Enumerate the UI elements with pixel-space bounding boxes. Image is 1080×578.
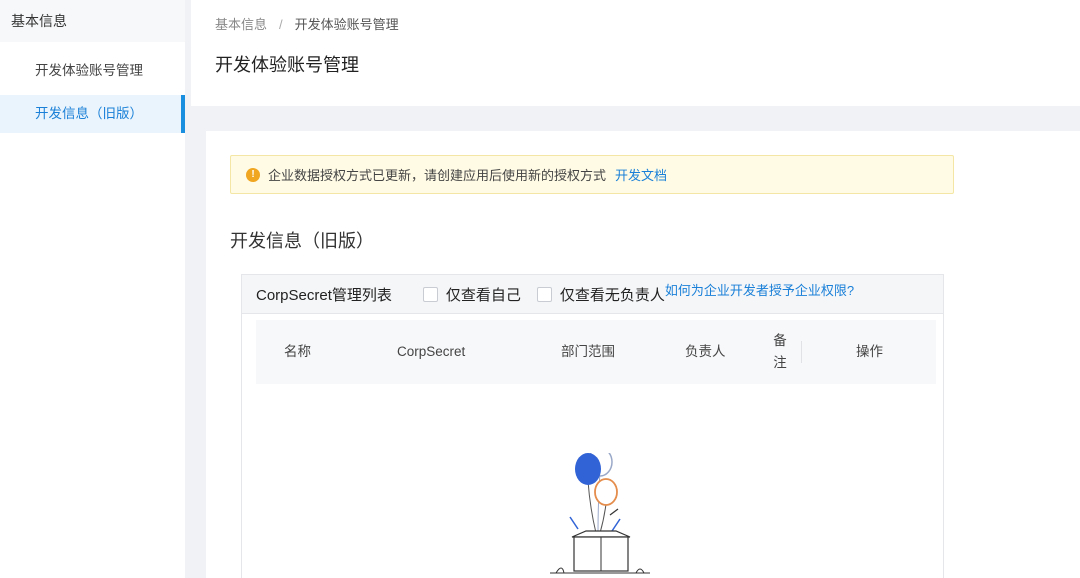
filter-only-mine[interactable]: 仅查看自己 (422, 284, 521, 305)
column-header-actions: 操作 (856, 344, 883, 359)
column-header-name: 名称 (284, 344, 311, 359)
empty-box-balloons-icon (550, 453, 650, 574)
page-header: 基本信息 / 开发体验账号管理 开发体验账号管理 (191, 0, 1080, 106)
page-title: 开发体验账号管理 (215, 55, 359, 75)
checkbox-only-mine[interactable] (422, 286, 438, 302)
filter-no-owner-label: 仅查看无负责人 (559, 286, 665, 304)
breadcrumb-item-basic-info[interactable]: 基本信息 (215, 17, 267, 32)
sidebar-item-dev-info-legacy[interactable]: 开发信息（旧版） (0, 95, 185, 133)
filter-only-mine-label: 仅查看自己 (445, 286, 521, 304)
notice-text: 企业数据授权方式已更新，请创建应用后使用新的授权方式 (268, 168, 607, 183)
sidebar-item-dev-account[interactable]: 开发体验账号管理 (0, 48, 185, 94)
table-toolbar: CorpSecret管理列表 仅查看自己 仅查看无负责人 如何为企业开发者授予企… (242, 275, 943, 314)
dev-docs-link[interactable]: 开发文档 (615, 165, 667, 184)
sidebar: 基本信息 开发体验账号管理 开发信息（旧版） (0, 0, 185, 578)
notice-banner: ! 企业数据授权方式已更新，请创建应用后使用新的授权方式 开发文档 (230, 155, 954, 194)
column-header-remark: 备注 (773, 333, 787, 370)
checkbox-no-owner[interactable] (536, 286, 552, 302)
column-header-corpsecret: CorpSecret (397, 344, 466, 359)
corpsecret-table: CorpSecret管理列表 仅查看自己 仅查看无负责人 如何为企业开发者授予企… (241, 274, 944, 578)
column-divider (801, 341, 802, 363)
grant-permission-help-link[interactable]: 如何为企业开发者授予企业权限? (665, 280, 854, 299)
column-header-department: 部门范围 (561, 344, 615, 359)
sidebar-section-title: 基本信息 (0, 0, 185, 42)
breadcrumb: 基本信息 / 开发体验账号管理 (215, 14, 399, 33)
section-heading: 开发信息（旧版） (230, 231, 374, 251)
table-title: CorpSecret管理列表 (256, 286, 392, 304)
breadcrumb-separator: / (279, 17, 283, 32)
main-card: ! 企业数据授权方式已更新，请创建应用后使用新的授权方式 开发文档 开发信息（旧… (206, 131, 1080, 578)
filter-no-owner[interactable]: 仅查看无负责人 (536, 284, 665, 305)
column-header-owner: 负责人 (685, 344, 726, 359)
table-header-row: 名称 CorpSecret 部门范围 负责人 备注 操作 (256, 320, 936, 384)
breadcrumb-item-current: 开发体验账号管理 (294, 17, 399, 32)
warning-icon: ! (246, 167, 260, 182)
